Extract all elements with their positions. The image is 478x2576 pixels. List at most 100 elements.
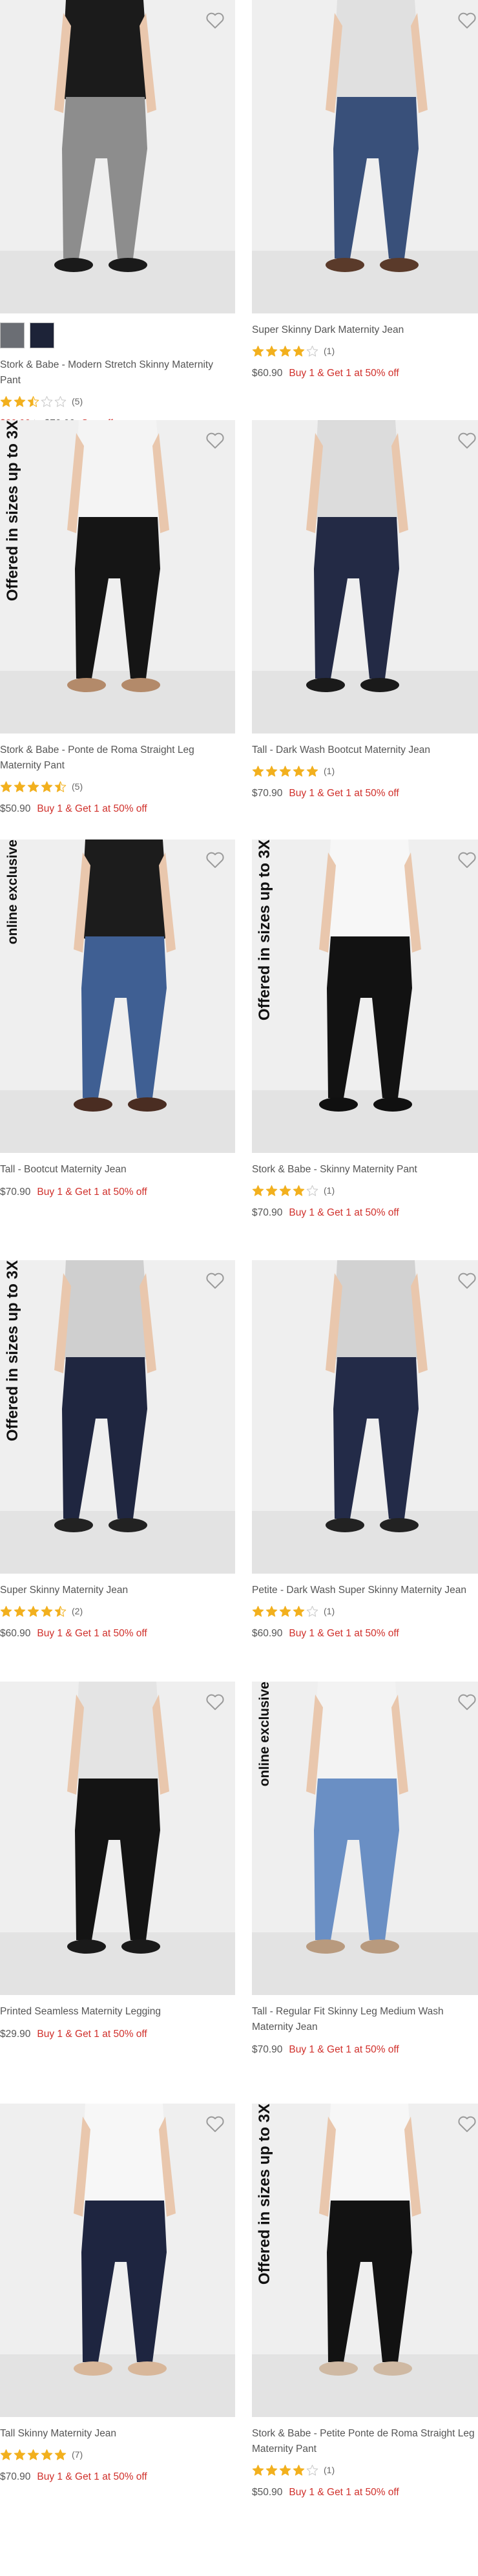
promo-link[interactable]: Buy 1 & Get 1 at 50% off xyxy=(37,1187,147,1198)
product-image[interactable] xyxy=(252,0,478,313)
product-badge-text: online exclusive xyxy=(257,1682,272,1787)
product-name[interactable]: Super Skinny Dark Maternity Jean xyxy=(252,322,478,338)
product-price: $70.90 xyxy=(0,1187,31,1198)
promo-link[interactable]: Buy 1 & Get 1 at 50% off xyxy=(289,2487,399,2498)
product-rating: (5) xyxy=(0,394,235,409)
wishlist-heart-icon[interactable] xyxy=(456,1269,478,1291)
product-card[interactable]: online exclusive Tall - Regular Fit Skinn… xyxy=(252,1682,478,2057)
review-count[interactable]: (1) xyxy=(324,346,335,356)
color-swatch[interactable] xyxy=(30,322,54,348)
price-row: $70.90 Buy 1 & Get 1 at 50% off xyxy=(0,1185,235,1199)
star-icon xyxy=(293,345,305,357)
star-icon xyxy=(265,345,278,357)
product-card[interactable]: Offered in sizes up to 3X Stork & Babe - … xyxy=(0,420,235,816)
rating-stars xyxy=(252,765,318,777)
price-row: $70.90 Buy 1 & Get 1 at 50% off xyxy=(0,2470,235,2484)
product-badge-text: Offered in sizes up to 3X xyxy=(4,420,21,602)
product-card[interactable]: online exclusive Tall - Bootcut Maternity… xyxy=(0,839,235,1199)
product-card[interactable]: Printed Seamless Maternity Legging $29.90… xyxy=(0,1682,235,2042)
wishlist-heart-icon[interactable] xyxy=(204,1691,226,1713)
product-image[interactable]: online exclusive xyxy=(252,1682,478,1995)
product-card[interactable]: Offered in sizes up to 3X Stork & Babe - … xyxy=(252,2104,478,2500)
product-card[interactable]: Stork & Babe - Modern Stretch Skinny Mat… xyxy=(0,0,235,431)
product-badge-text: Offered in sizes up to 3X xyxy=(256,2104,273,2285)
product-name[interactable]: Tall Skinny Maternity Jean xyxy=(0,2426,235,2442)
product-image[interactable] xyxy=(0,1682,235,1995)
product-image[interactable] xyxy=(0,2104,235,2417)
review-count[interactable]: (1) xyxy=(324,2465,335,2475)
product-image[interactable]: Offered in sizes up to 3X xyxy=(252,2104,478,2417)
promo-link[interactable]: Buy 1 & Get 1 at 50% off xyxy=(289,2044,399,2055)
product-name[interactable]: Stork & Babe - Skinny Maternity Pant xyxy=(252,1162,478,1177)
product-name[interactable]: Stork & Babe - Modern Stretch Skinny Mat… xyxy=(0,357,235,388)
product-badge-text: Offered in sizes up to 3X xyxy=(4,1260,21,1442)
rating-stars xyxy=(0,1605,67,1618)
review-count[interactable]: (5) xyxy=(72,396,83,406)
product-card[interactable]: Petite - Dark Wash Super Skinny Maternit… xyxy=(252,1260,478,1641)
product-badge-text: online exclusive xyxy=(5,839,20,945)
review-count[interactable]: (1) xyxy=(324,1606,335,1616)
product-name[interactable]: Stork & Babe - Ponte de Roma Straight Le… xyxy=(0,743,235,774)
wishlist-heart-icon[interactable] xyxy=(456,849,478,871)
product-image[interactable]: online exclusive xyxy=(0,839,235,1153)
wishlist-heart-icon[interactable] xyxy=(456,2113,478,2135)
review-count[interactable]: (7) xyxy=(72,2449,83,2460)
product-card[interactable]: Offered in sizes up to 3X Super Skinny Ma… xyxy=(0,1260,235,1641)
product-card[interactable]: Offered in sizes up to 3X Stork & Babe - … xyxy=(252,839,478,1220)
promo-link[interactable]: Buy 1 & Get 1 at 50% off xyxy=(37,2471,147,2482)
product-image[interactable]: Offered in sizes up to 3X xyxy=(0,1260,235,1574)
price-row: $70.90 Buy 1 & Get 1 at 50% off xyxy=(252,787,478,801)
star-icon xyxy=(293,2464,305,2476)
star-icon xyxy=(306,765,318,777)
product-rating: (1) xyxy=(252,343,478,359)
product-name[interactable]: Printed Seamless Maternity Legging xyxy=(0,2004,235,2020)
wishlist-heart-icon[interactable] xyxy=(456,9,478,31)
product-card[interactable]: Tall Skinny Maternity Jean (7) $70.90 Buy 1… xyxy=(0,2104,235,2484)
product-price: $60.90 xyxy=(0,1628,31,1639)
product-image[interactable]: Offered in sizes up to 3X xyxy=(252,839,478,1153)
star-icon xyxy=(0,2449,12,2460)
product-name[interactable]: Tall - Dark Wash Bootcut Maternity Jean xyxy=(252,743,478,758)
star-icon xyxy=(252,2464,264,2476)
review-count[interactable]: (5) xyxy=(72,781,83,792)
product-name[interactable]: Petite - Dark Wash Super Skinny Maternit… xyxy=(252,1583,478,1598)
promo-link[interactable]: Buy 1 & Get 1 at 50% off xyxy=(37,1628,147,1639)
color-swatch[interactable] xyxy=(0,322,25,348)
rating-stars xyxy=(252,2464,318,2476)
price-row: $50.90 Buy 1 & Get 1 at 50% off xyxy=(252,2486,478,2500)
model-figure-illustration xyxy=(67,420,169,692)
wishlist-heart-icon[interactable] xyxy=(204,2113,226,2135)
review-count[interactable]: (1) xyxy=(324,766,335,776)
product-image[interactable] xyxy=(252,420,478,734)
wishlist-heart-icon[interactable] xyxy=(204,429,226,451)
wishlist-heart-icon[interactable] xyxy=(204,1269,226,1291)
product-card[interactable]: Tall - Dark Wash Bootcut Maternity Jean (… xyxy=(252,420,478,801)
product-image[interactable] xyxy=(0,0,235,313)
product-image[interactable]: Offered in sizes up to 3X xyxy=(0,420,235,734)
wishlist-heart-icon[interactable] xyxy=(204,9,226,31)
product-price: $60.90 xyxy=(252,368,283,379)
promo-link[interactable]: Buy 1 & Get 1 at 50% off xyxy=(37,2029,147,2040)
star-icon xyxy=(0,396,12,407)
star-icon xyxy=(41,2449,53,2460)
wishlist-heart-icon[interactable] xyxy=(456,1691,478,1713)
wishlist-heart-icon[interactable] xyxy=(456,429,478,451)
review-count[interactable]: (1) xyxy=(324,1185,335,1196)
promo-link[interactable]: Buy 1 & Get 1 at 50% off xyxy=(289,788,399,799)
promo-link[interactable]: Buy 1 & Get 1 at 50% off xyxy=(289,368,399,379)
wishlist-heart-icon[interactable] xyxy=(204,849,226,871)
model-figure-illustration xyxy=(326,0,428,272)
product-card[interactable]: Super Skinny Dark Maternity Jean (1) $60.9… xyxy=(252,0,478,381)
price-row: $70.90 Buy 1 & Get 1 at 50% off xyxy=(252,1206,478,1220)
product-name[interactable]: Tall - Bootcut Maternity Jean xyxy=(0,1162,235,1177)
promo-link[interactable]: Buy 1 & Get 1 at 50% off xyxy=(289,1207,399,1218)
product-name[interactable]: Tall - Regular Fit Skinny Leg Medium Was… xyxy=(252,2004,478,2035)
promo-link[interactable]: Buy 1 & Get 1 at 50% off xyxy=(289,1628,399,1639)
star-icon xyxy=(14,396,26,407)
product-badge: Offered in sizes up to 3X xyxy=(252,2104,278,2317)
product-name[interactable]: Stork & Babe - Petite Ponte de Roma Stra… xyxy=(252,2426,478,2457)
review-count[interactable]: (2) xyxy=(72,1606,83,1616)
product-image[interactable] xyxy=(252,1260,478,1574)
promo-link[interactable]: Buy 1 & Get 1 at 50% off xyxy=(37,803,147,814)
product-name[interactable]: Super Skinny Maternity Jean xyxy=(0,1583,235,1598)
